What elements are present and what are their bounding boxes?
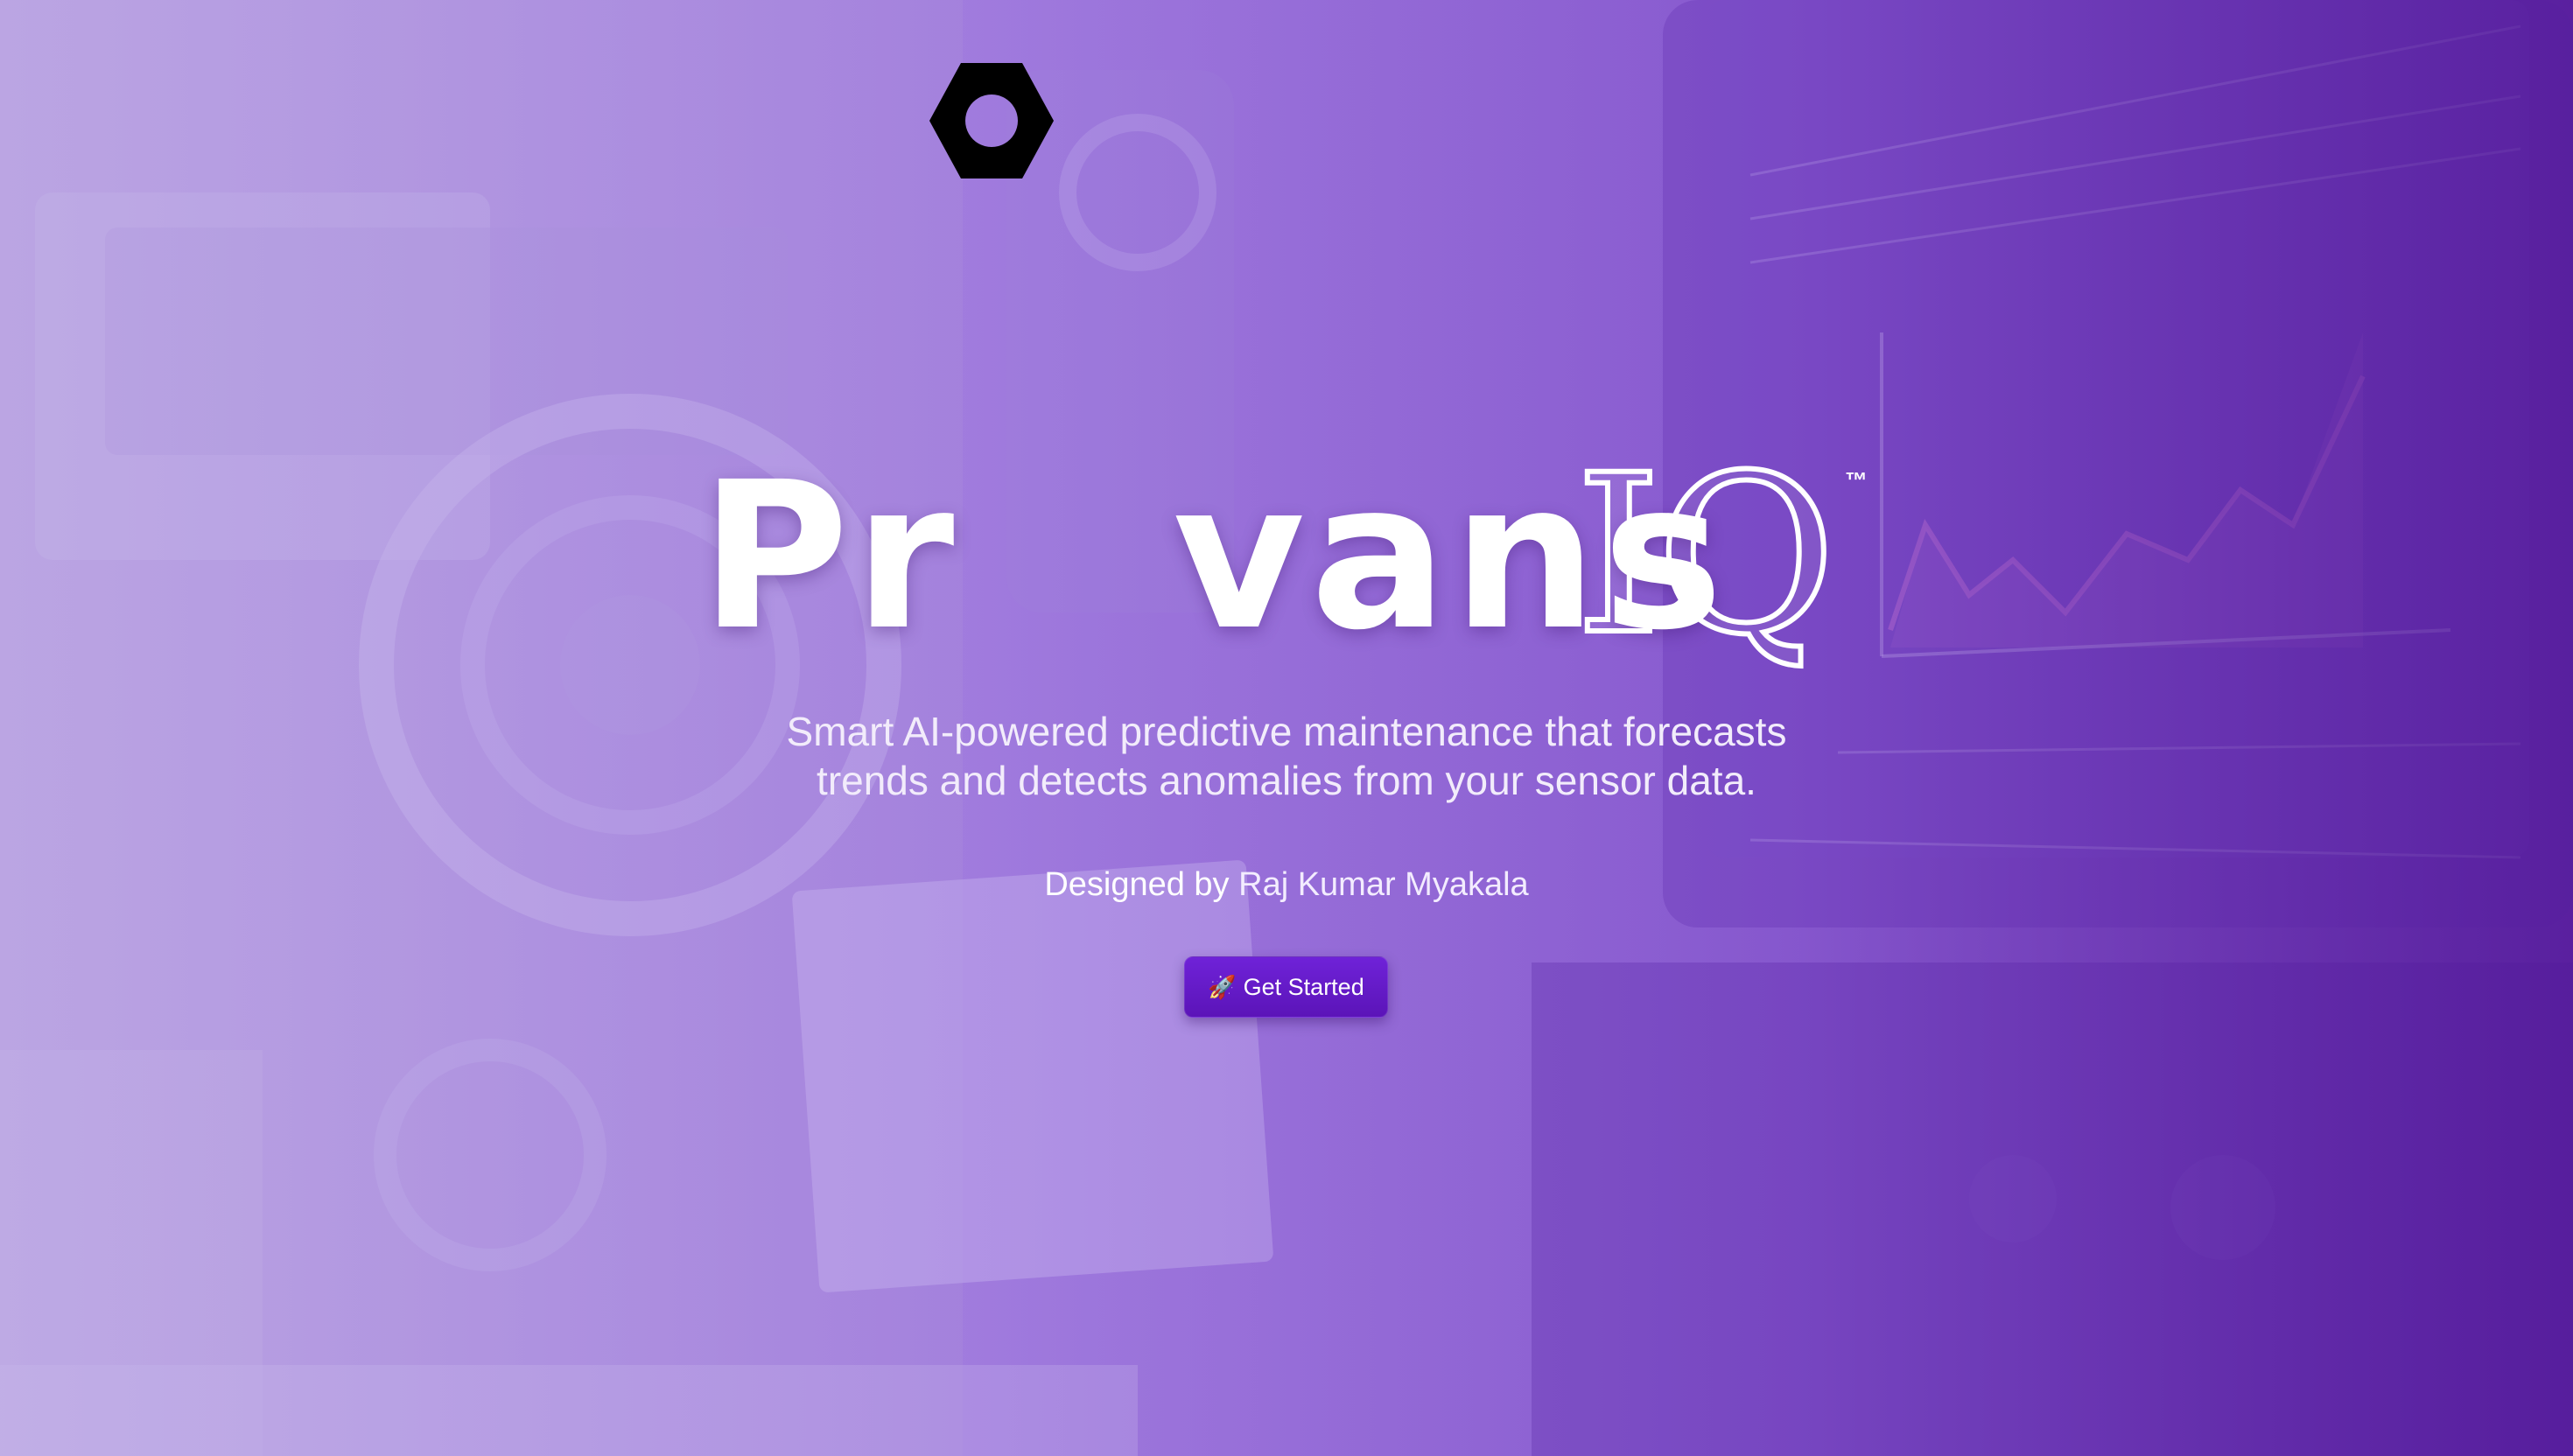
- brand-name-part1: Pr: [700, 438, 960, 675]
- credit-prefix: Designed by: [1044, 866, 1239, 903]
- hero-section: Pr vans IQ ™ Smart AI-powered predictive…: [0, 0, 2573, 1456]
- trademark-symbol: ™: [1845, 467, 1868, 494]
- tagline-line-1: Smart AI-powered predictive maintenance …: [786, 709, 1787, 754]
- designer-credit: Designed by Raj Kumar Myakala: [788, 866, 1785, 904]
- credit-author: Raj Kumar Myakala: [1238, 866, 1529, 903]
- hero-tagline: Smart AI-powered predictive maintenance …: [613, 707, 1960, 805]
- get-started-label: Get Started: [1243, 973, 1364, 1000]
- rocket-icon: 🚀: [1208, 973, 1237, 1000]
- hex-nut-icon: [929, 63, 1054, 178]
- brand-suffix: IQ: [1573, 428, 1839, 682]
- get-started-button[interactable]: 🚀 Get Started: [1184, 956, 1388, 1018]
- tagline-line-2: trends and detects anomalies from your s…: [817, 758, 1756, 803]
